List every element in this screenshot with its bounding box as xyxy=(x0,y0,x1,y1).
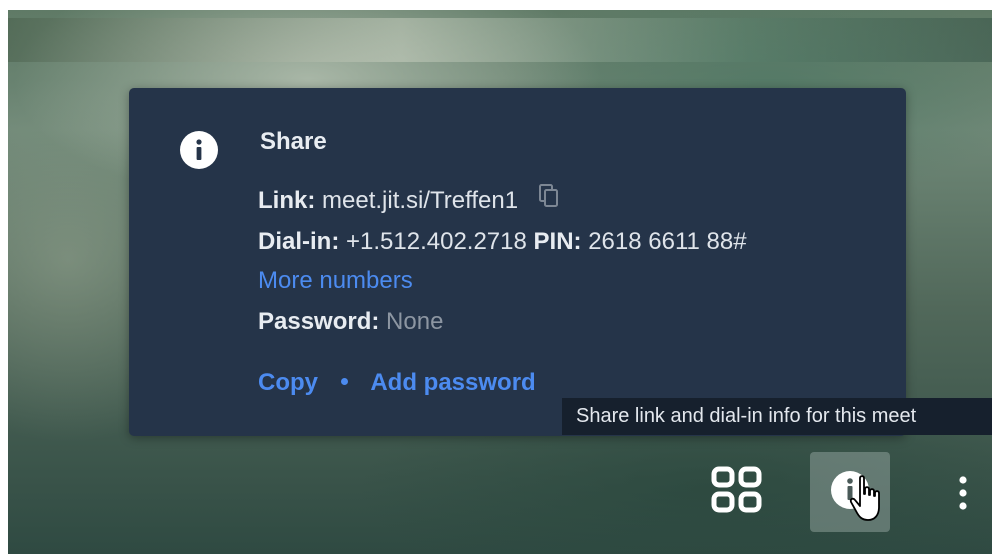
tooltip: Share link and dial-in info for this mee… xyxy=(562,398,992,435)
video-background-highlight xyxy=(8,18,992,62)
tile-view-icon xyxy=(711,466,762,513)
more-options-button[interactable] xyxy=(948,468,978,518)
separator-dot xyxy=(340,378,348,386)
meeting-link[interactable]: meet.jit.si/Treffen1 xyxy=(322,187,518,214)
copy-button[interactable]: Copy xyxy=(258,369,318,396)
dial-in-number: +1.512.402.2718 xyxy=(346,228,527,255)
link-label: Link: xyxy=(258,186,316,214)
info-icon xyxy=(180,131,218,169)
copy-icon[interactable] xyxy=(538,184,559,215)
dial-in-label: Dial-in: xyxy=(258,228,340,255)
tile-view-button[interactable] xyxy=(710,463,766,519)
actions-row: Copy Add password xyxy=(258,369,536,397)
hand-pointer-cursor xyxy=(848,474,888,524)
share-info-dialog: Share Link: meet.jit.si/Treffen1 Dial-in… xyxy=(129,88,906,436)
pin-label: PIN: xyxy=(533,228,582,255)
more-numbers-row: More numbers xyxy=(258,267,413,295)
dial-in-row: Dial-in: +1.512.402.2718 PIN: 2618 6611 … xyxy=(258,228,747,256)
link-row: Link: meet.jit.si/Treffen1 xyxy=(258,184,559,217)
password-value: None xyxy=(386,308,444,335)
add-password-button[interactable]: Add password xyxy=(370,369,535,396)
pin-value: 2618 6611 88# xyxy=(588,228,747,255)
panel-title: Share xyxy=(260,128,327,155)
password-row: Password: None xyxy=(258,308,443,336)
password-label: Password: xyxy=(258,308,380,335)
more-vertical-icon xyxy=(959,476,967,510)
more-numbers-link[interactable]: More numbers xyxy=(258,267,413,294)
